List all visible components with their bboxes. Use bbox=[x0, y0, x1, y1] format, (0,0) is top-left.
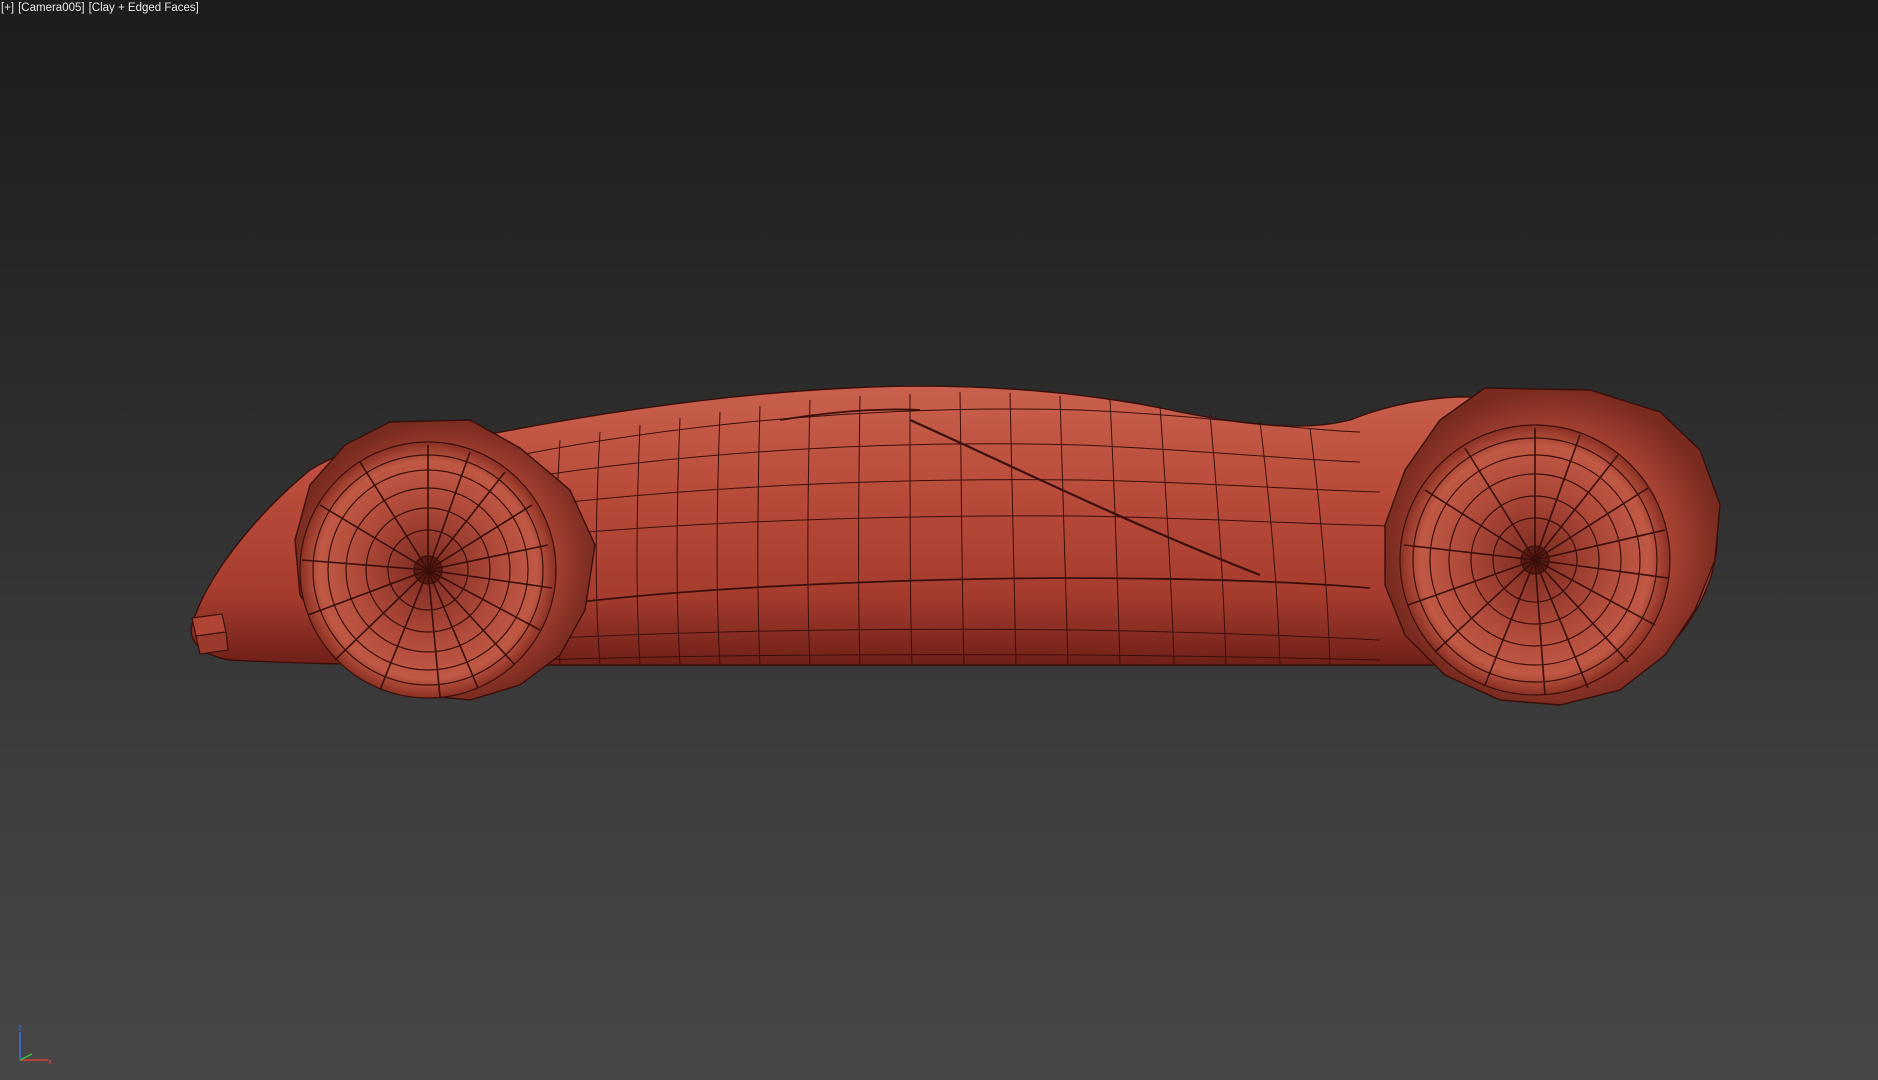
axis-tripod-icon: z x bbox=[18, 1024, 52, 1066]
front-wheel bbox=[299, 441, 557, 699]
z-axis-label: z bbox=[18, 1024, 22, 1032]
front-nose bbox=[191, 613, 229, 655]
rear-wheel bbox=[1399, 424, 1671, 696]
x-axis-label: x bbox=[48, 1057, 52, 1066]
y-axis-line bbox=[19, 1053, 33, 1061]
car-model-render[interactable] bbox=[0, 0, 1878, 1080]
3d-viewport[interactable]: [+] [Camera005] [Clay + Edged Faces] z x bbox=[0, 0, 1878, 1080]
